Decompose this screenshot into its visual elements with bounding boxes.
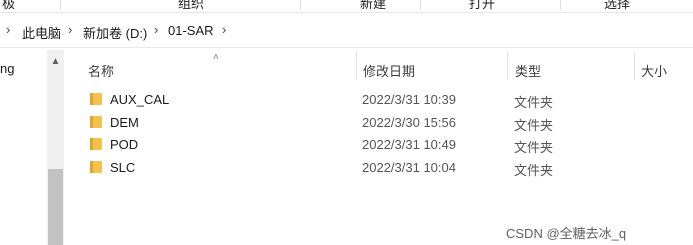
column-header-size[interactable]: 大小	[641, 61, 667, 80]
file-modified: 2022/3/31 10:39	[362, 92, 456, 107]
file-row[interactable]: SLC 2022/3/31 10:04 文件夹	[80, 157, 693, 179]
column-separator[interactable]	[634, 52, 635, 80]
ribbon-separator	[420, 0, 421, 10]
chevron-right-icon[interactable]: ›	[6, 22, 10, 37]
breadcrumb-this-pc[interactable]: 此电脑	[22, 23, 61, 42]
ribbon-item-select[interactable]: 选择	[604, 0, 630, 12]
file-name: POD	[110, 137, 139, 152]
chevron-right-icon[interactable]: ›	[68, 22, 72, 37]
breadcrumb: › 此电脑 › 新加卷 (D:) › 01-SAR ›	[0, 16, 693, 46]
column-header-modified[interactable]: 修改日期	[363, 61, 415, 80]
ribbon-item-new[interactable]: 新建	[360, 0, 386, 12]
breadcrumb-drive-d[interactable]: 新加卷 (D:)	[83, 23, 147, 42]
folder-icon	[90, 161, 102, 173]
chevron-right-icon[interactable]: ›	[154, 22, 158, 37]
ribbon-separator	[560, 0, 561, 10]
ribbon-item-organize[interactable]: 组织	[178, 0, 204, 12]
folder-icon	[90, 116, 102, 128]
scroll-up-icon[interactable]: ▲	[47, 55, 64, 69]
watermark-text: CSDN @全糖去冰_q	[506, 226, 627, 241]
nav-item-partial[interactable]: ng	[0, 61, 14, 76]
file-name: SLC	[110, 160, 136, 175]
ribbon-separator	[300, 0, 301, 10]
file-row[interactable]: DEM 2022/3/30 15:56 文件夹	[80, 112, 693, 134]
column-header-type[interactable]: 类型	[515, 61, 541, 80]
file-type: 文件夹	[514, 140, 554, 155]
file-name: AUX_CAL	[110, 92, 170, 107]
address-divider	[0, 47, 693, 48]
folder-icon	[90, 138, 102, 150]
file-modified: 2022/3/31 10:04	[362, 160, 456, 175]
sort-ascending-icon: ˄	[213, 52, 219, 63]
ribbon-item-open[interactable]: 打开	[469, 0, 495, 12]
chevron-right-icon[interactable]: ›	[222, 22, 226, 37]
column-separator[interactable]	[356, 52, 357, 80]
column-header-name[interactable]: 名称	[88, 61, 114, 80]
file-type: 文件夹	[514, 118, 554, 133]
file-modified: 2022/3/31 10:49	[362, 137, 456, 152]
ribbon-separator	[60, 0, 61, 10]
file-name: DEM	[110, 115, 139, 130]
file-row[interactable]: AUX_CAL 2022/3/31 10:39 文件夹	[80, 89, 693, 111]
ribbon: 极 组织 新建 打开 选择	[0, 0, 693, 13]
breadcrumb-01-sar[interactable]: 01-SAR	[168, 23, 214, 38]
folder-icon	[90, 93, 102, 105]
file-type: 文件夹	[514, 163, 554, 178]
scrollbar-thumb[interactable]	[48, 169, 63, 245]
file-modified: 2022/3/30 15:56	[362, 115, 456, 130]
file-row[interactable]: POD 2022/3/31 10:49 文件夹	[80, 134, 693, 156]
column-separator[interactable]	[507, 52, 508, 80]
file-type: 文件夹	[514, 95, 554, 110]
ribbon-item-0[interactable]: 极	[2, 0, 15, 12]
